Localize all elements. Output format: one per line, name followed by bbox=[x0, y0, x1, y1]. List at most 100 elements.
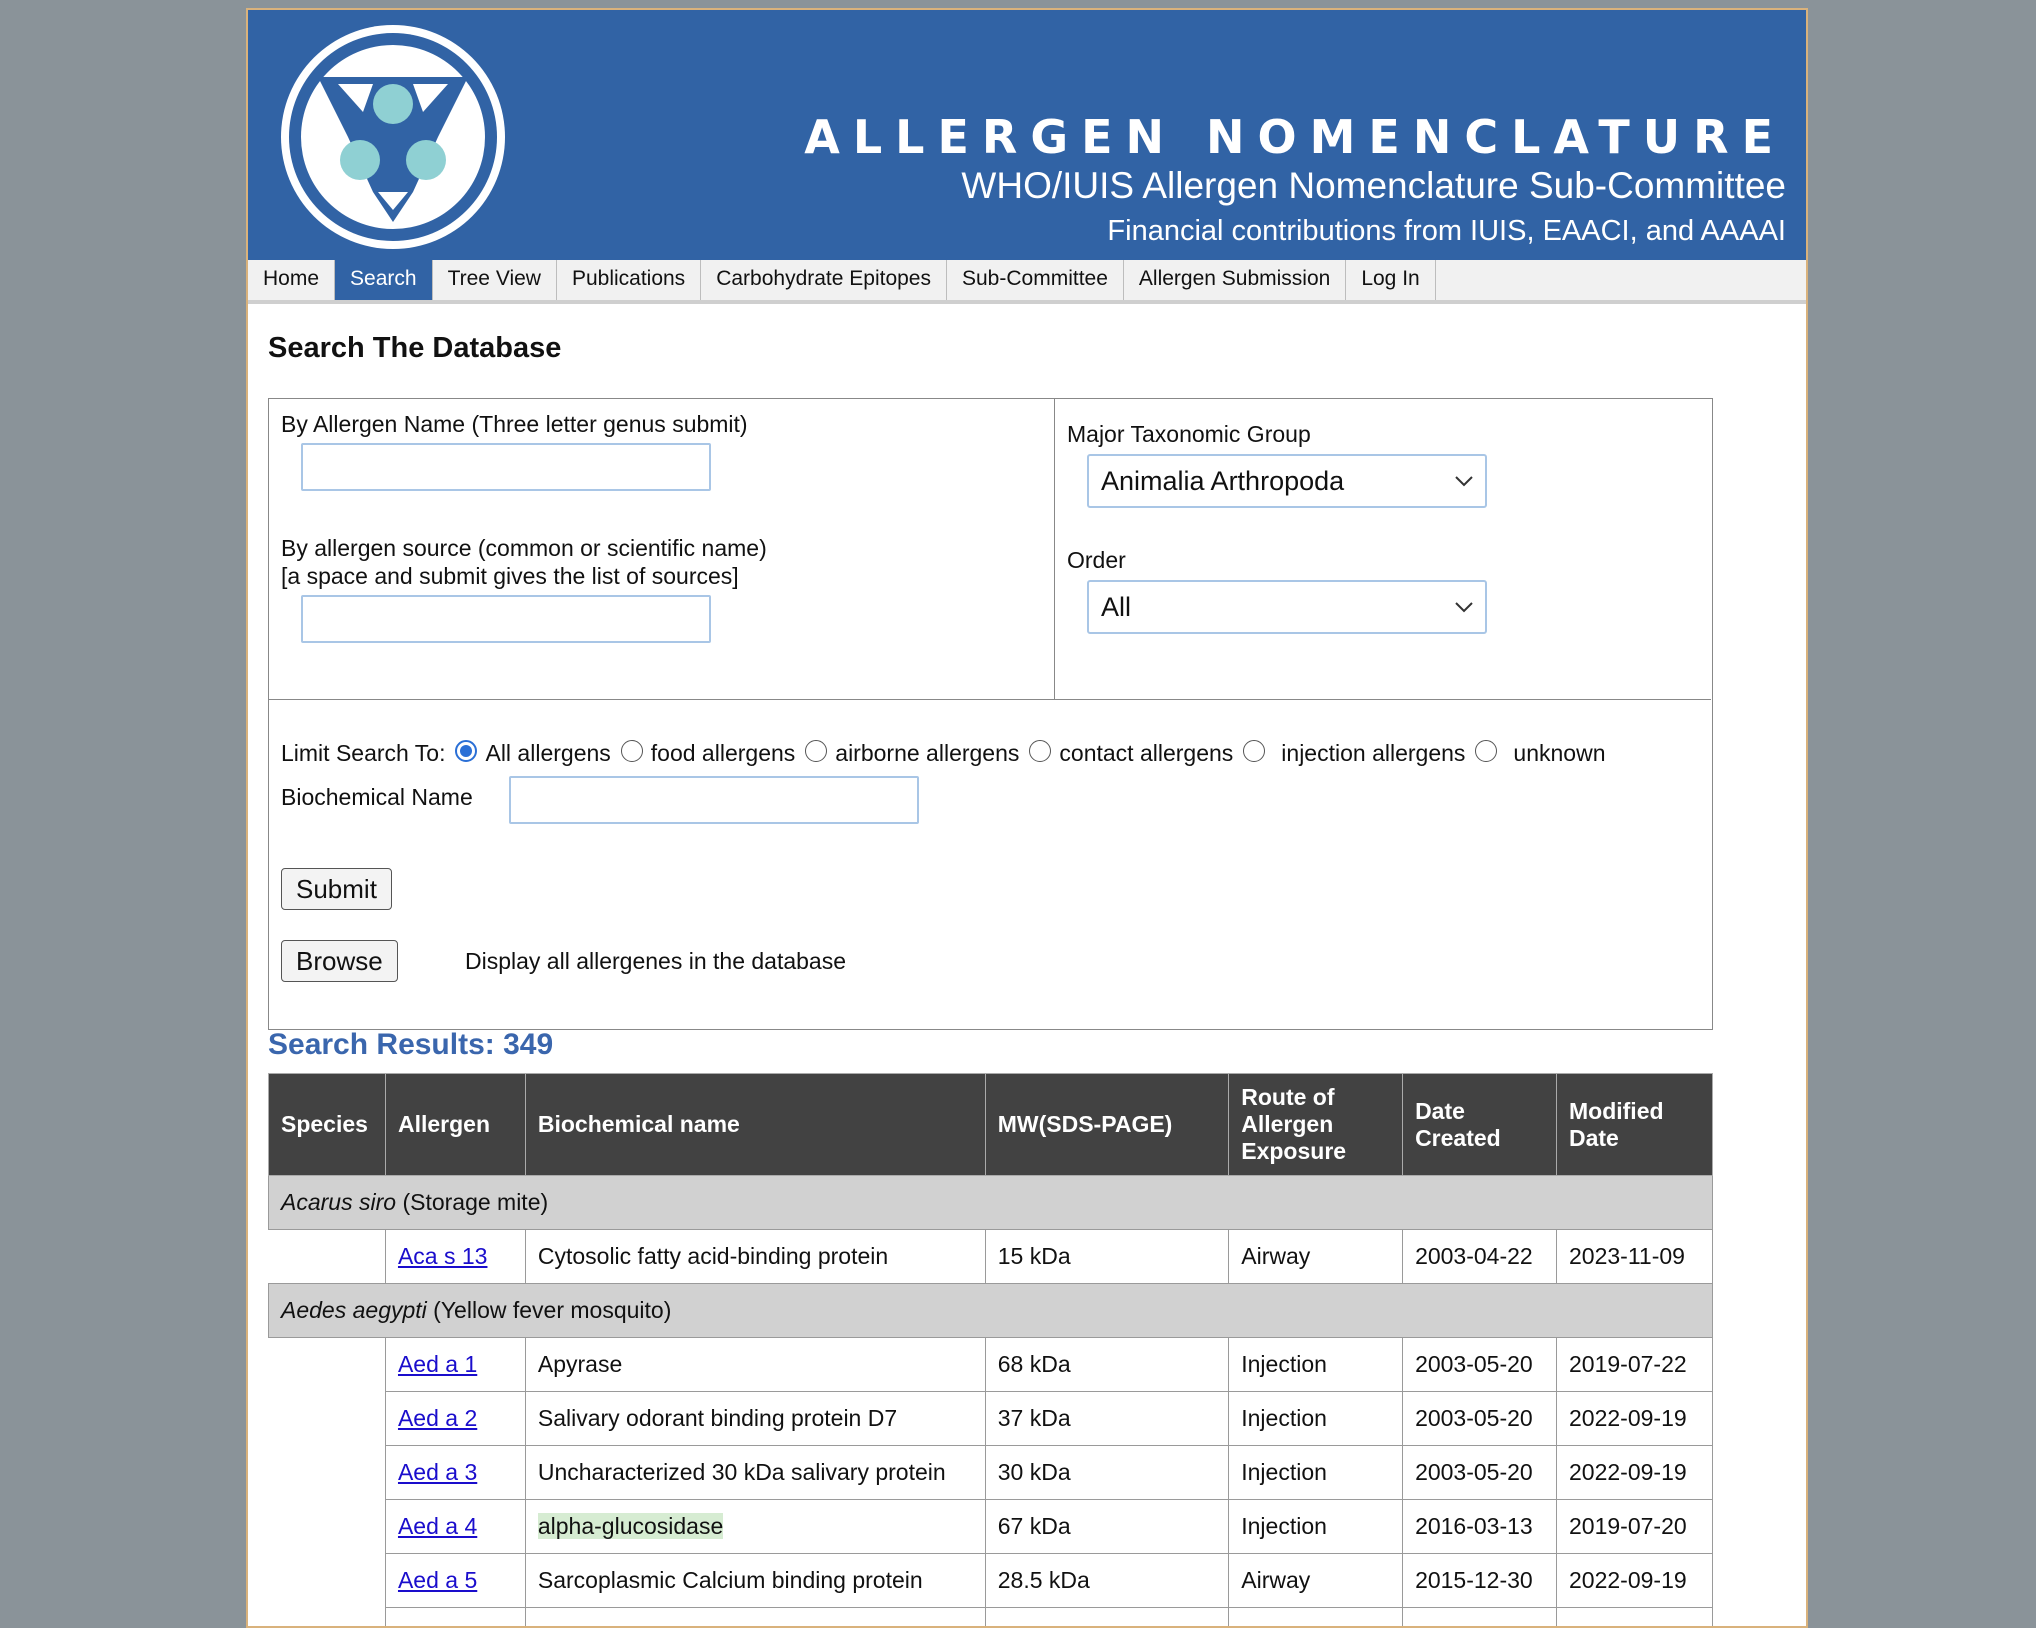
source-label-line2: [a space and submit gives the list of so… bbox=[281, 563, 739, 590]
header-banner: ALLERGEN NOMENCLATURE WHO/IUIS Allergen … bbox=[248, 10, 1806, 260]
species-spacer bbox=[269, 1338, 386, 1392]
modified-date-cell: 2022-09-19 bbox=[1557, 1554, 1713, 1608]
browse-button[interactable]: Browse bbox=[281, 940, 398, 982]
nav-search[interactable]: Search bbox=[335, 260, 433, 300]
taxonomic-group-select[interactable]: Animalia Arthropoda bbox=[1087, 454, 1487, 508]
order-value: All bbox=[1101, 592, 1131, 622]
route-cell bbox=[1229, 1608, 1403, 1628]
biochemical-name-cell bbox=[525, 1608, 985, 1628]
radio-all-allergens[interactable] bbox=[455, 740, 477, 762]
table-row: Aca s 13 Cytosolic fatty acid-binding pr… bbox=[269, 1230, 1713, 1284]
radio-unknown-label: unknown bbox=[1513, 740, 1605, 767]
date-created-cell bbox=[1403, 1608, 1557, 1628]
biochemical-name-cell: Uncharacterized 30 kDa salivary protein bbox=[525, 1446, 985, 1500]
allergen-link[interactable]: Aed a 5 bbox=[398, 1567, 477, 1593]
date-created-cell: 2015-12-30 bbox=[1403, 1554, 1557, 1608]
biochemical-name-cell: Apyrase bbox=[525, 1338, 985, 1392]
mw-cell: 67 kDa bbox=[985, 1500, 1229, 1554]
route-cell: Airway bbox=[1229, 1230, 1403, 1284]
species-latin: Aedes aegypti bbox=[281, 1297, 427, 1323]
date-created-cell: 2016-03-13 bbox=[1403, 1500, 1557, 1554]
nav-carbohydrate-epitopes[interactable]: Carbohydrate Epitopes bbox=[701, 260, 947, 300]
radio-airborne-allergens-label: airborne allergens bbox=[835, 740, 1019, 767]
allergen-link[interactable]: Aed a 3 bbox=[398, 1459, 477, 1485]
taxonomic-group-value: Animalia Arthropoda bbox=[1101, 466, 1344, 496]
radio-contact-allergens[interactable] bbox=[1029, 740, 1051, 762]
allergen-cell: Aca s 13 bbox=[385, 1230, 525, 1284]
mw-cell bbox=[985, 1608, 1229, 1628]
nav-sub-committee[interactable]: Sub-Committee bbox=[947, 260, 1124, 300]
mw-cell: 37 kDa bbox=[985, 1392, 1229, 1446]
modified-date-cell: 2023-11-09 bbox=[1557, 1230, 1713, 1284]
species-group-row: Acarus siro (Storage mite) bbox=[269, 1176, 1713, 1230]
highlighted-name: alpha-glucosidase bbox=[538, 1513, 723, 1539]
nav-publications[interactable]: Publications bbox=[557, 260, 701, 300]
allergen-link[interactable]: Aca s 13 bbox=[398, 1243, 488, 1269]
route-cell: Airway bbox=[1229, 1554, 1403, 1608]
main-nav: Home Search Tree View Publications Carbo… bbox=[248, 260, 1806, 304]
radio-airborne-allergens[interactable] bbox=[805, 740, 827, 762]
allergen-source-input[interactable] bbox=[301, 595, 711, 643]
browse-description: Display all allergenes in the database bbox=[465, 948, 846, 975]
table-row: Aed a 2 Salivary odorant binding protein… bbox=[269, 1392, 1713, 1446]
search-filters-panel: Limit Search To: All allergens food alle… bbox=[269, 699, 1711, 1030]
allergen-cell: Aed a 4 bbox=[385, 1500, 525, 1554]
allergen-link[interactable]: Aed a 4 bbox=[398, 1513, 477, 1539]
biochemical-name-label: Biochemical Name bbox=[281, 784, 473, 811]
chevron-down-icon bbox=[1455, 475, 1473, 487]
allergen-link[interactable]: Aed a 1 bbox=[398, 1351, 477, 1377]
col-header-date-created[interactable]: Date Created bbox=[1403, 1074, 1557, 1176]
col-header-modified-date[interactable]: Modified Date bbox=[1557, 1074, 1713, 1176]
mw-cell: 15 kDa bbox=[985, 1230, 1229, 1284]
table-row: Aed a 4 alpha-glucosidase 67 kDa Injecti… bbox=[269, 1500, 1713, 1554]
nav-tree-view[interactable]: Tree View bbox=[433, 260, 557, 300]
funding-text: Financial contributions from IUIS, EAACI… bbox=[1107, 215, 1786, 248]
col-header-biochemical-name[interactable]: Biochemical name bbox=[525, 1074, 985, 1176]
allergen-link[interactable]: Aed a 2 bbox=[398, 1405, 477, 1431]
table-row: Aed a 1 Apyrase 68 kDa Injection 2003-05… bbox=[269, 1338, 1713, 1392]
nav-home[interactable]: Home bbox=[248, 260, 335, 300]
limit-search-label: Limit Search To: bbox=[281, 740, 445, 767]
radio-injection-allergens-label: injection allergens bbox=[1281, 740, 1465, 767]
radio-contact-allergens-label: contact allergens bbox=[1059, 740, 1233, 767]
search-form: By Allergen Name (Three letter genus sub… bbox=[268, 398, 1713, 1030]
col-header-route[interactable]: Route of Allergen Exposure bbox=[1229, 1074, 1403, 1176]
order-label: Order bbox=[1067, 547, 1126, 574]
results-count: Search Results: 349 bbox=[268, 1028, 553, 1062]
taxonomy-panel: Major Taxonomic Group Animalia Arthropod… bbox=[1055, 399, 1711, 699]
nav-log-in[interactable]: Log In bbox=[1346, 260, 1435, 300]
route-cell: Injection bbox=[1229, 1392, 1403, 1446]
radio-unknown[interactable] bbox=[1475, 740, 1497, 762]
col-header-allergen[interactable]: Allergen bbox=[385, 1074, 525, 1176]
species-cell: Aedes aegypti (Yellow fever mosquito) bbox=[269, 1284, 1713, 1338]
radio-food-allergens-label: food allergens bbox=[651, 740, 796, 767]
species-latin: Acarus siro bbox=[281, 1189, 396, 1215]
table-row: Aed a 3 Uncharacterized 30 kDa salivary … bbox=[269, 1446, 1713, 1500]
biochemical-name-input[interactable] bbox=[509, 776, 919, 824]
modified-date-cell: 2019-07-22 bbox=[1557, 1338, 1713, 1392]
order-select[interactable]: All bbox=[1087, 580, 1487, 634]
modified-date-cell: 2022-09-19 bbox=[1557, 1446, 1713, 1500]
route-cell: Injection bbox=[1229, 1500, 1403, 1554]
radio-injection-allergens[interactable] bbox=[1243, 740, 1265, 762]
radio-all-allergens-label: All allergens bbox=[485, 740, 610, 767]
species-common: (Yellow fever mosquito) bbox=[433, 1297, 671, 1323]
submit-button[interactable]: Submit bbox=[281, 868, 392, 910]
limit-search-group: Limit Search To: All allergens food alle… bbox=[281, 740, 1610, 767]
nav-allergen-submission[interactable]: Allergen Submission bbox=[1124, 260, 1346, 300]
chevron-down-icon bbox=[1455, 601, 1473, 613]
modified-date-cell: 2019-07-20 bbox=[1557, 1500, 1713, 1554]
allergen-name-input[interactable] bbox=[301, 443, 711, 491]
col-header-species[interactable]: Species bbox=[269, 1074, 386, 1176]
allergen-cell: Aed a 1 bbox=[385, 1338, 525, 1392]
biochemical-name-cell: Sarcoplasmic Calcium binding protein bbox=[525, 1554, 985, 1608]
table-row: Aed a 5 Sarcoplasmic Calcium binding pro… bbox=[269, 1554, 1713, 1608]
source-label-line1: By allergen source (common or scientific… bbox=[281, 535, 767, 562]
route-cell: Injection bbox=[1229, 1338, 1403, 1392]
col-header-mw[interactable]: MW(SDS-PAGE) bbox=[985, 1074, 1229, 1176]
iuis-logo-icon[interactable] bbox=[278, 22, 508, 252]
date-created-cell: 2003-05-20 bbox=[1403, 1446, 1557, 1500]
species-spacer bbox=[269, 1554, 386, 1608]
modified-date-cell: 2022-09-19 bbox=[1557, 1392, 1713, 1446]
radio-food-allergens[interactable] bbox=[621, 740, 643, 762]
